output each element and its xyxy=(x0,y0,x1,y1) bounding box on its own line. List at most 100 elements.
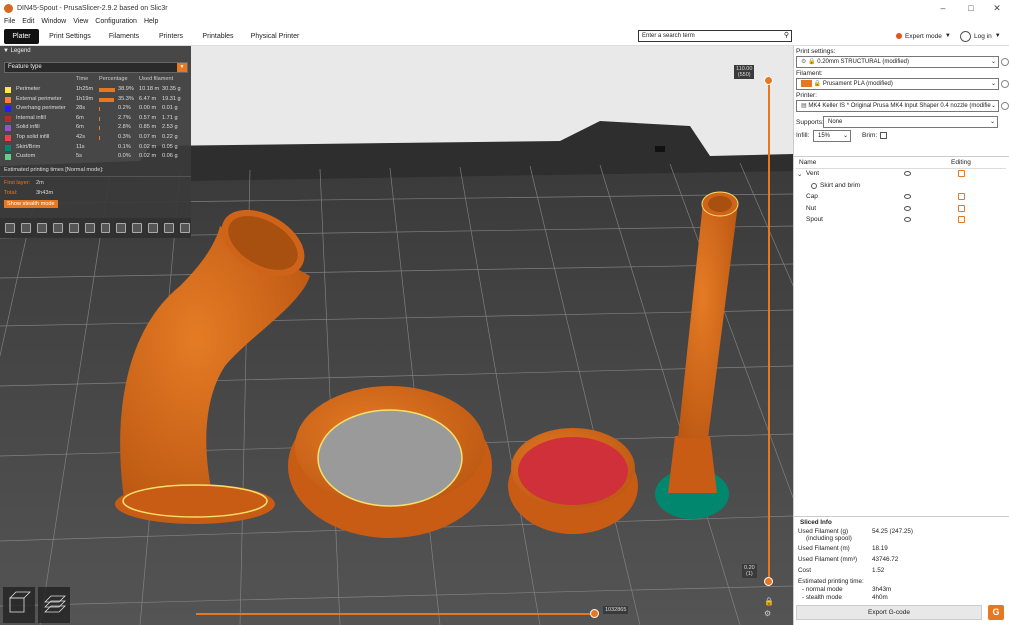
edit-icon[interactable] xyxy=(958,193,965,200)
feature-time: 5s xyxy=(76,153,82,160)
view-type-select[interactable]: Feature type ▼ xyxy=(4,62,188,73)
supports-label: Supports: xyxy=(796,119,824,126)
eye-icon[interactable] xyxy=(904,171,911,176)
shells-icon[interactable] xyxy=(164,223,175,233)
legend-row[interactable]: Internal infill 6m 2.7% 0.57 m 1.71 g xyxy=(4,115,190,124)
tab-plater[interactable]: Plater xyxy=(4,29,39,44)
legend-swatch xyxy=(5,106,11,113)
legend-row[interactable]: Top solid infill 42s 0.3% 0.07 m 0.22 g xyxy=(4,134,190,143)
wipe-icon[interactable] xyxy=(20,223,31,233)
move-slider[interactable] xyxy=(196,613,596,615)
used-filament-g-value: 54.25 (247.25) xyxy=(872,528,913,535)
3d-viewport[interactable]: ▼ Legend Feature type ▼ Time Percentage … xyxy=(0,46,793,625)
feature-percentage: 35.3% xyxy=(118,95,134,102)
deretractions-icon[interactable] xyxy=(52,223,63,233)
edit-icon[interactable] xyxy=(958,170,965,177)
eye-icon[interactable] xyxy=(904,206,911,211)
layer-slider[interactable] xyxy=(764,76,773,586)
print-settings-gear-icon[interactable] xyxy=(1001,58,1009,66)
infill-combo[interactable]: 15% ⌄ xyxy=(813,130,851,142)
show-stealth-mode-button[interactable]: Show stealth mode xyxy=(4,200,58,208)
feature-percentage: 0.3% xyxy=(118,134,131,140)
login-button[interactable]: Log in ▼ xyxy=(960,29,1001,43)
tab-filaments[interactable]: Filaments xyxy=(104,29,144,44)
top-layer-number: (550) xyxy=(737,72,751,78)
move-slider-thumb[interactable] xyxy=(590,609,599,618)
search-input[interactable]: Enter a search term ⚲ xyxy=(638,30,792,42)
custom-gcodes-icon[interactable] xyxy=(132,223,143,233)
legend-row[interactable]: Perimeter 1h25m 38.9% 10.18 m 30.35 g xyxy=(4,86,190,95)
percentage-bar xyxy=(99,116,101,121)
travel-icon[interactable] xyxy=(5,223,15,233)
object-row-vent[interactable]: ⌄ Vent xyxy=(796,170,1006,181)
feature-time: 6m xyxy=(76,124,84,131)
edit-icon[interactable] xyxy=(958,205,965,212)
tab-printables[interactable]: Printables xyxy=(197,29,239,44)
seams-icon[interactable] xyxy=(68,223,79,233)
feature-percentage: 0.2% xyxy=(118,105,131,112)
expand-icon[interactable]: ⌄ xyxy=(797,170,802,178)
minimize-button[interactable]: – xyxy=(929,0,957,16)
menu-configuration[interactable]: Configuration xyxy=(95,18,137,25)
percentage-bar xyxy=(99,88,115,92)
filament-combo[interactable]: 🔒 Prusament PLA (modified) ⌄ xyxy=(796,78,999,90)
eye-icon[interactable] xyxy=(904,217,911,222)
pause-prints-icon[interactable] xyxy=(116,223,127,233)
object-name: Spout xyxy=(806,216,823,223)
model-nut[interactable] xyxy=(288,386,492,538)
menu-edit[interactable]: Edit xyxy=(22,18,34,25)
layer-slider-top-thumb[interactable] xyxy=(764,76,773,85)
feature-meters: 0.02 m xyxy=(139,143,157,150)
tool-changes-icon[interactable] xyxy=(84,223,95,233)
legend-row[interactable]: Overhang perimeter 28s 0.2% 0.00 m 0.01 g xyxy=(4,105,190,114)
eye-icon[interactable] xyxy=(904,194,911,199)
menu-file[interactable]: File xyxy=(4,18,15,25)
send-gcode-icon[interactable]: G xyxy=(988,605,1004,620)
legend-header[interactable]: ▼ Legend xyxy=(3,48,31,56)
tab-printers[interactable]: Printers xyxy=(153,29,189,44)
menu-view[interactable]: View xyxy=(73,18,88,25)
preview-layers-icon[interactable] xyxy=(38,587,70,623)
object-row-cap[interactable]: Cap xyxy=(796,193,1006,204)
center-of-gravity-icon[interactable] xyxy=(148,223,159,233)
model-cap[interactable] xyxy=(508,428,638,534)
menu-window[interactable]: Window xyxy=(41,18,66,25)
stealth-mode-label: - stealth mode xyxy=(802,594,842,601)
color-changes-icon[interactable] xyxy=(100,223,111,233)
printer-gear-icon[interactable] xyxy=(1001,102,1009,110)
object-row-skirt[interactable]: Skirt and brim xyxy=(796,182,1006,193)
expert-mode-button[interactable]: Expert mode ▼ xyxy=(896,30,951,42)
mode-indicator-icon xyxy=(896,33,902,39)
printer-combo[interactable]: ▤ MK4 Keller IS * Original Prusa MK4 Inp… xyxy=(796,100,999,112)
settings-icon[interactable]: ⚙ xyxy=(764,609,771,618)
feature-time: 11s xyxy=(76,143,85,150)
legend-row[interactable]: Skirt/Brim 11s 0.1% 0.02 m 0.05 g xyxy=(4,144,190,153)
legend-row[interactable]: External perimeter 1h19m 35.3% 6.47 m 19.31 … xyxy=(4,96,190,105)
legend-row[interactable]: Custom 5s 0.0% 0.02 m 0.06 g xyxy=(4,153,190,162)
lock-icon[interactable]: 🔒 xyxy=(764,597,774,606)
close-button[interactable]: ✕ xyxy=(983,0,1009,16)
feature-name: Internal infill xyxy=(16,114,46,121)
tab-print-settings[interactable]: Print Settings xyxy=(46,29,94,44)
filament-color-swatch[interactable] xyxy=(801,79,812,87)
layer-slider-bottom-thumb[interactable] xyxy=(764,577,773,586)
object-list: Name Editing ⌄ Vent Skirt and brim Cap N… xyxy=(794,156,1009,526)
total-label: Total: xyxy=(4,190,18,196)
supports-combo[interactable]: None ⌄ xyxy=(823,116,998,128)
feature-name: Top solid infill xyxy=(16,134,50,140)
feature-name: Overhang perimeter xyxy=(16,105,66,112)
brim-checkbox[interactable] xyxy=(880,132,887,139)
object-row-spout[interactable]: Spout xyxy=(796,216,1006,227)
menu-help[interactable]: Help xyxy=(144,18,158,25)
tool-marker-icon[interactable] xyxy=(180,223,191,233)
tab-physical-printer[interactable]: Physical Printer xyxy=(249,29,301,44)
filament-gear-icon[interactable] xyxy=(1001,80,1009,88)
object-row-nut[interactable]: Nut xyxy=(796,205,1006,216)
maximize-button[interactable]: □ xyxy=(957,0,985,16)
feature-percentage: 0.1% xyxy=(118,143,131,150)
retractions-icon[interactable] xyxy=(36,223,47,233)
legend-row[interactable]: Solid infill 6m 2.8% 0.85 m 2.53 g xyxy=(4,124,190,133)
edit-icon[interactable] xyxy=(958,216,965,223)
print-settings-combo[interactable]: ⚙ 🔒 0.20mm STRUCTURAL (modified) ⌄ xyxy=(796,56,999,68)
export-gcode-button[interactable]: Export G-code xyxy=(796,605,982,620)
